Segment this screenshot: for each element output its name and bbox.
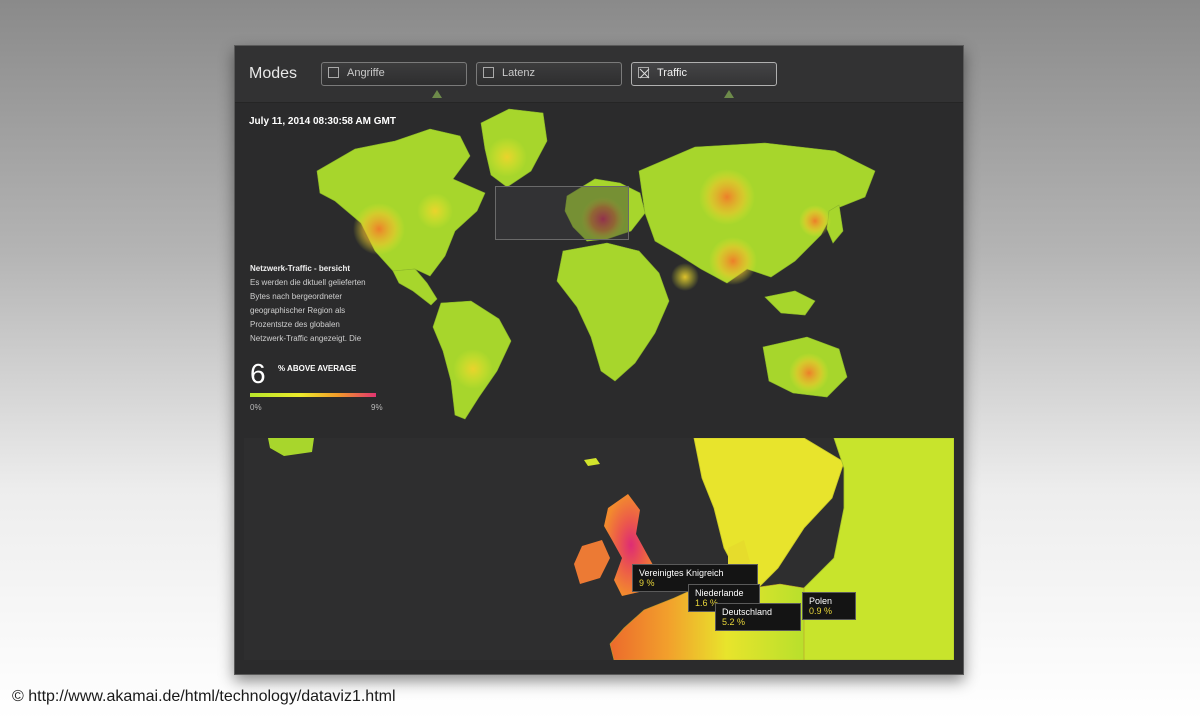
modes-title: Modes bbox=[249, 65, 298, 82]
mode-latenz-label: Latenz bbox=[502, 67, 536, 79]
source-credit: © http://www.akamai.de/html/technology/d… bbox=[12, 688, 396, 705]
mode-angriffe-button[interactable]: Angriffe bbox=[321, 62, 467, 86]
legend-gradient-bar bbox=[250, 393, 376, 397]
tooltip-country-name: Vereinigtes Knigreich bbox=[639, 568, 724, 578]
modes-toolbar: Modes Angriffe Latenz Traffic bbox=[235, 46, 963, 103]
tooltip-germany: Deutschland 5.2 % bbox=[715, 603, 801, 631]
tooltip-poland: Polen 0.9 % bbox=[802, 592, 856, 620]
mode-angriffe-label: Angriffe bbox=[347, 67, 385, 79]
checkbox-icon bbox=[483, 67, 494, 78]
pointer-marker-icon bbox=[724, 90, 734, 98]
stat-label: % ABOVE AVERAGE bbox=[278, 364, 357, 373]
mode-traffic-button[interactable]: Traffic bbox=[631, 62, 777, 86]
info-line: Es werden die dktuell gelieferten bbox=[250, 278, 366, 287]
mode-latenz-button[interactable]: Latenz bbox=[476, 62, 622, 86]
europe-detail-map[interactable]: Vereinigtes Knigreich 9 % Niederlande 1.… bbox=[244, 438, 954, 660]
tooltip-country-value: 5.2 % bbox=[722, 617, 746, 627]
legend-max: 9% bbox=[371, 403, 383, 412]
info-title: Netzwerk-Traffic - bersicht bbox=[250, 264, 351, 273]
info-line: Bytes nach bergeordneter bbox=[250, 292, 343, 301]
tooltip-country-name: Deutschland bbox=[722, 607, 773, 617]
info-line: Prozentstze des globalen bbox=[250, 320, 340, 329]
tooltip-country-name: Niederlande bbox=[695, 588, 744, 598]
stat-value: 6 bbox=[250, 358, 266, 389]
checkbox-icon bbox=[328, 67, 339, 78]
zoom-selection-box[interactable] bbox=[495, 186, 629, 240]
info-line: Netzwerk-Traffic angezeigt. Die bbox=[250, 334, 362, 343]
checked-checkbox-icon bbox=[638, 67, 650, 79]
mode-traffic-label: Traffic bbox=[657, 67, 687, 79]
info-line: geographischer Region als bbox=[250, 306, 346, 315]
europe-heatmap bbox=[268, 438, 954, 660]
legend-min: 0% bbox=[250, 403, 262, 412]
tooltip-country-name: Polen bbox=[809, 596, 833, 606]
traffic-visualization-panel: Modes Angriffe Latenz Traffic July 11, 2… bbox=[234, 45, 964, 675]
tooltip-country-value: 0.9 % bbox=[809, 606, 833, 616]
pointer-marker-icon bbox=[432, 90, 442, 98]
info-text: Es werden die dktuell gelieferten Bytes … bbox=[250, 276, 400, 346]
info-block: Netzwerk-Traffic - bersicht Es werden di… bbox=[250, 264, 400, 346]
